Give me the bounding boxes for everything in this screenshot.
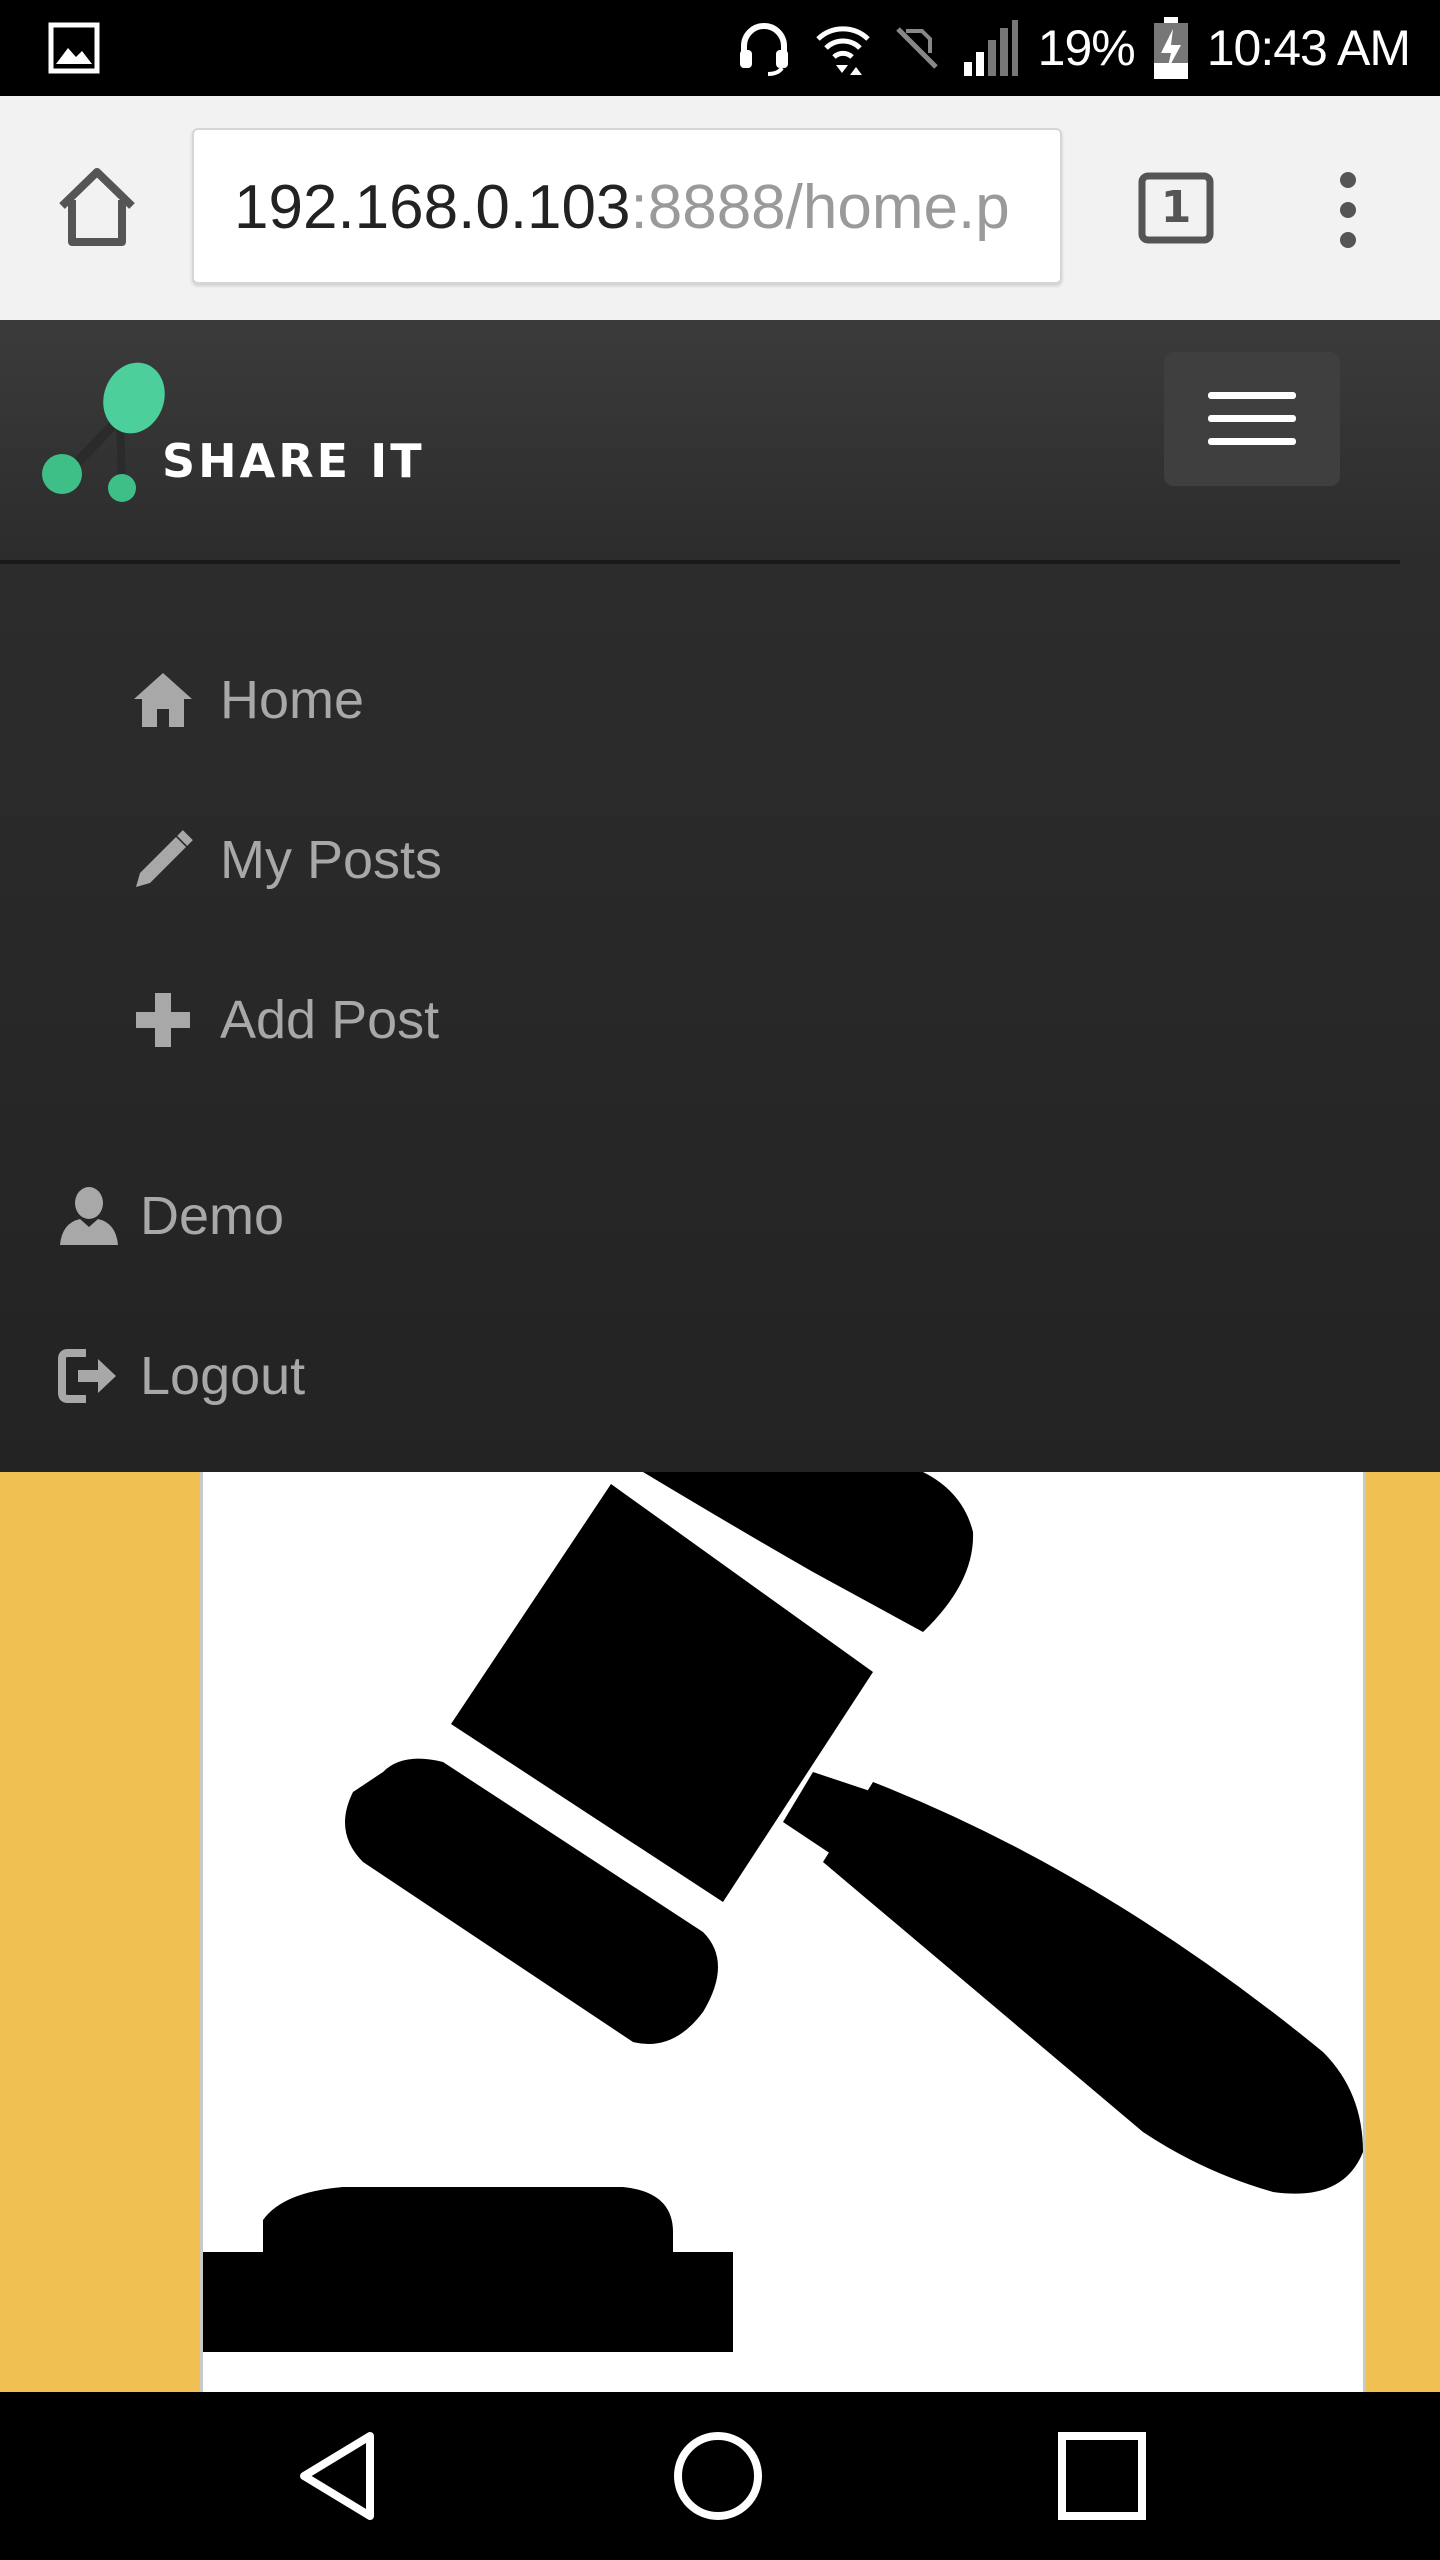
nav-item-home[interactable]: Home: [132, 640, 364, 760]
tab-switcher-button[interactable]: 1: [1138, 172, 1214, 244]
url-path: :8888/home.p: [630, 173, 1010, 242]
nav-item-logout[interactable]: Logout: [58, 1316, 305, 1436]
nav-label-logout: Logout: [140, 1346, 306, 1406]
headset-icon: [739, 23, 788, 76]
navbar-toggle-button[interactable]: [1164, 352, 1340, 486]
no-sim-icon: [895, 27, 938, 69]
battery-charging-icon: [1153, 17, 1188, 79]
main-content: [0, 1472, 1440, 2392]
url-text[interactable]: 192.168.0.103:8888/home.p: [234, 172, 1010, 243]
hamburger-bar: [1208, 415, 1296, 422]
url-host: 192.168.0.103: [234, 173, 631, 242]
nav-item-my-posts[interactable]: My Posts: [132, 800, 442, 920]
status-bar: 19% 10:43 AM: [0, 0, 1440, 96]
home-icon: [134, 673, 192, 727]
browser-home-icon[interactable]: [52, 162, 142, 252]
navbar-divider: [0, 560, 1400, 564]
hamburger-icon: [1208, 392, 1296, 399]
post-image[interactable]: [200, 1472, 1366, 2392]
overflow-menu-icon[interactable]: [1328, 170, 1368, 250]
site-navbar: SHARE IT Home My Posts Add Post Demo Log…: [0, 320, 1440, 1472]
share-it-logo[interactable]: [36, 356, 176, 506]
nav-label-my-posts: My Posts: [220, 830, 443, 890]
gavel-icon: [203, 1472, 1363, 2352]
wifi-icon: [815, 26, 870, 75]
back-icon[interactable]: [296, 2430, 378, 2522]
system-nav-bar: [0, 2392, 1440, 2560]
pencil-icon: [136, 830, 193, 887]
user-icon: [60, 1187, 118, 1245]
signal-icon: [963, 20, 1018, 76]
url-bar[interactable]: 192.168.0.103:8888/home.p: [192, 128, 1062, 284]
battery-percentage: 19%: [1037, 20, 1136, 76]
nav-label-user: Demo: [140, 1186, 285, 1246]
plus-icon: [136, 993, 190, 1047]
nav-label-home: Home: [220, 670, 365, 730]
nav-item-add-post[interactable]: Add Post: [132, 960, 439, 1080]
brand-name[interactable]: SHARE IT: [162, 434, 425, 488]
logout-icon: [58, 1349, 116, 1403]
home-circle-icon[interactable]: [672, 2430, 764, 2522]
hamburger-bar: [1208, 438, 1296, 445]
image-notification-icon: [48, 22, 100, 74]
tab-count: 1: [1160, 182, 1192, 233]
nav-item-user[interactable]: Demo: [58, 1156, 284, 1276]
nav-label-add-post: Add Post: [220, 990, 440, 1050]
clock: 10:43 AM: [1206, 20, 1411, 76]
recents-icon[interactable]: [1058, 2432, 1146, 2520]
browser-toolbar: 192.168.0.103:8888/home.p 1: [0, 96, 1440, 320]
